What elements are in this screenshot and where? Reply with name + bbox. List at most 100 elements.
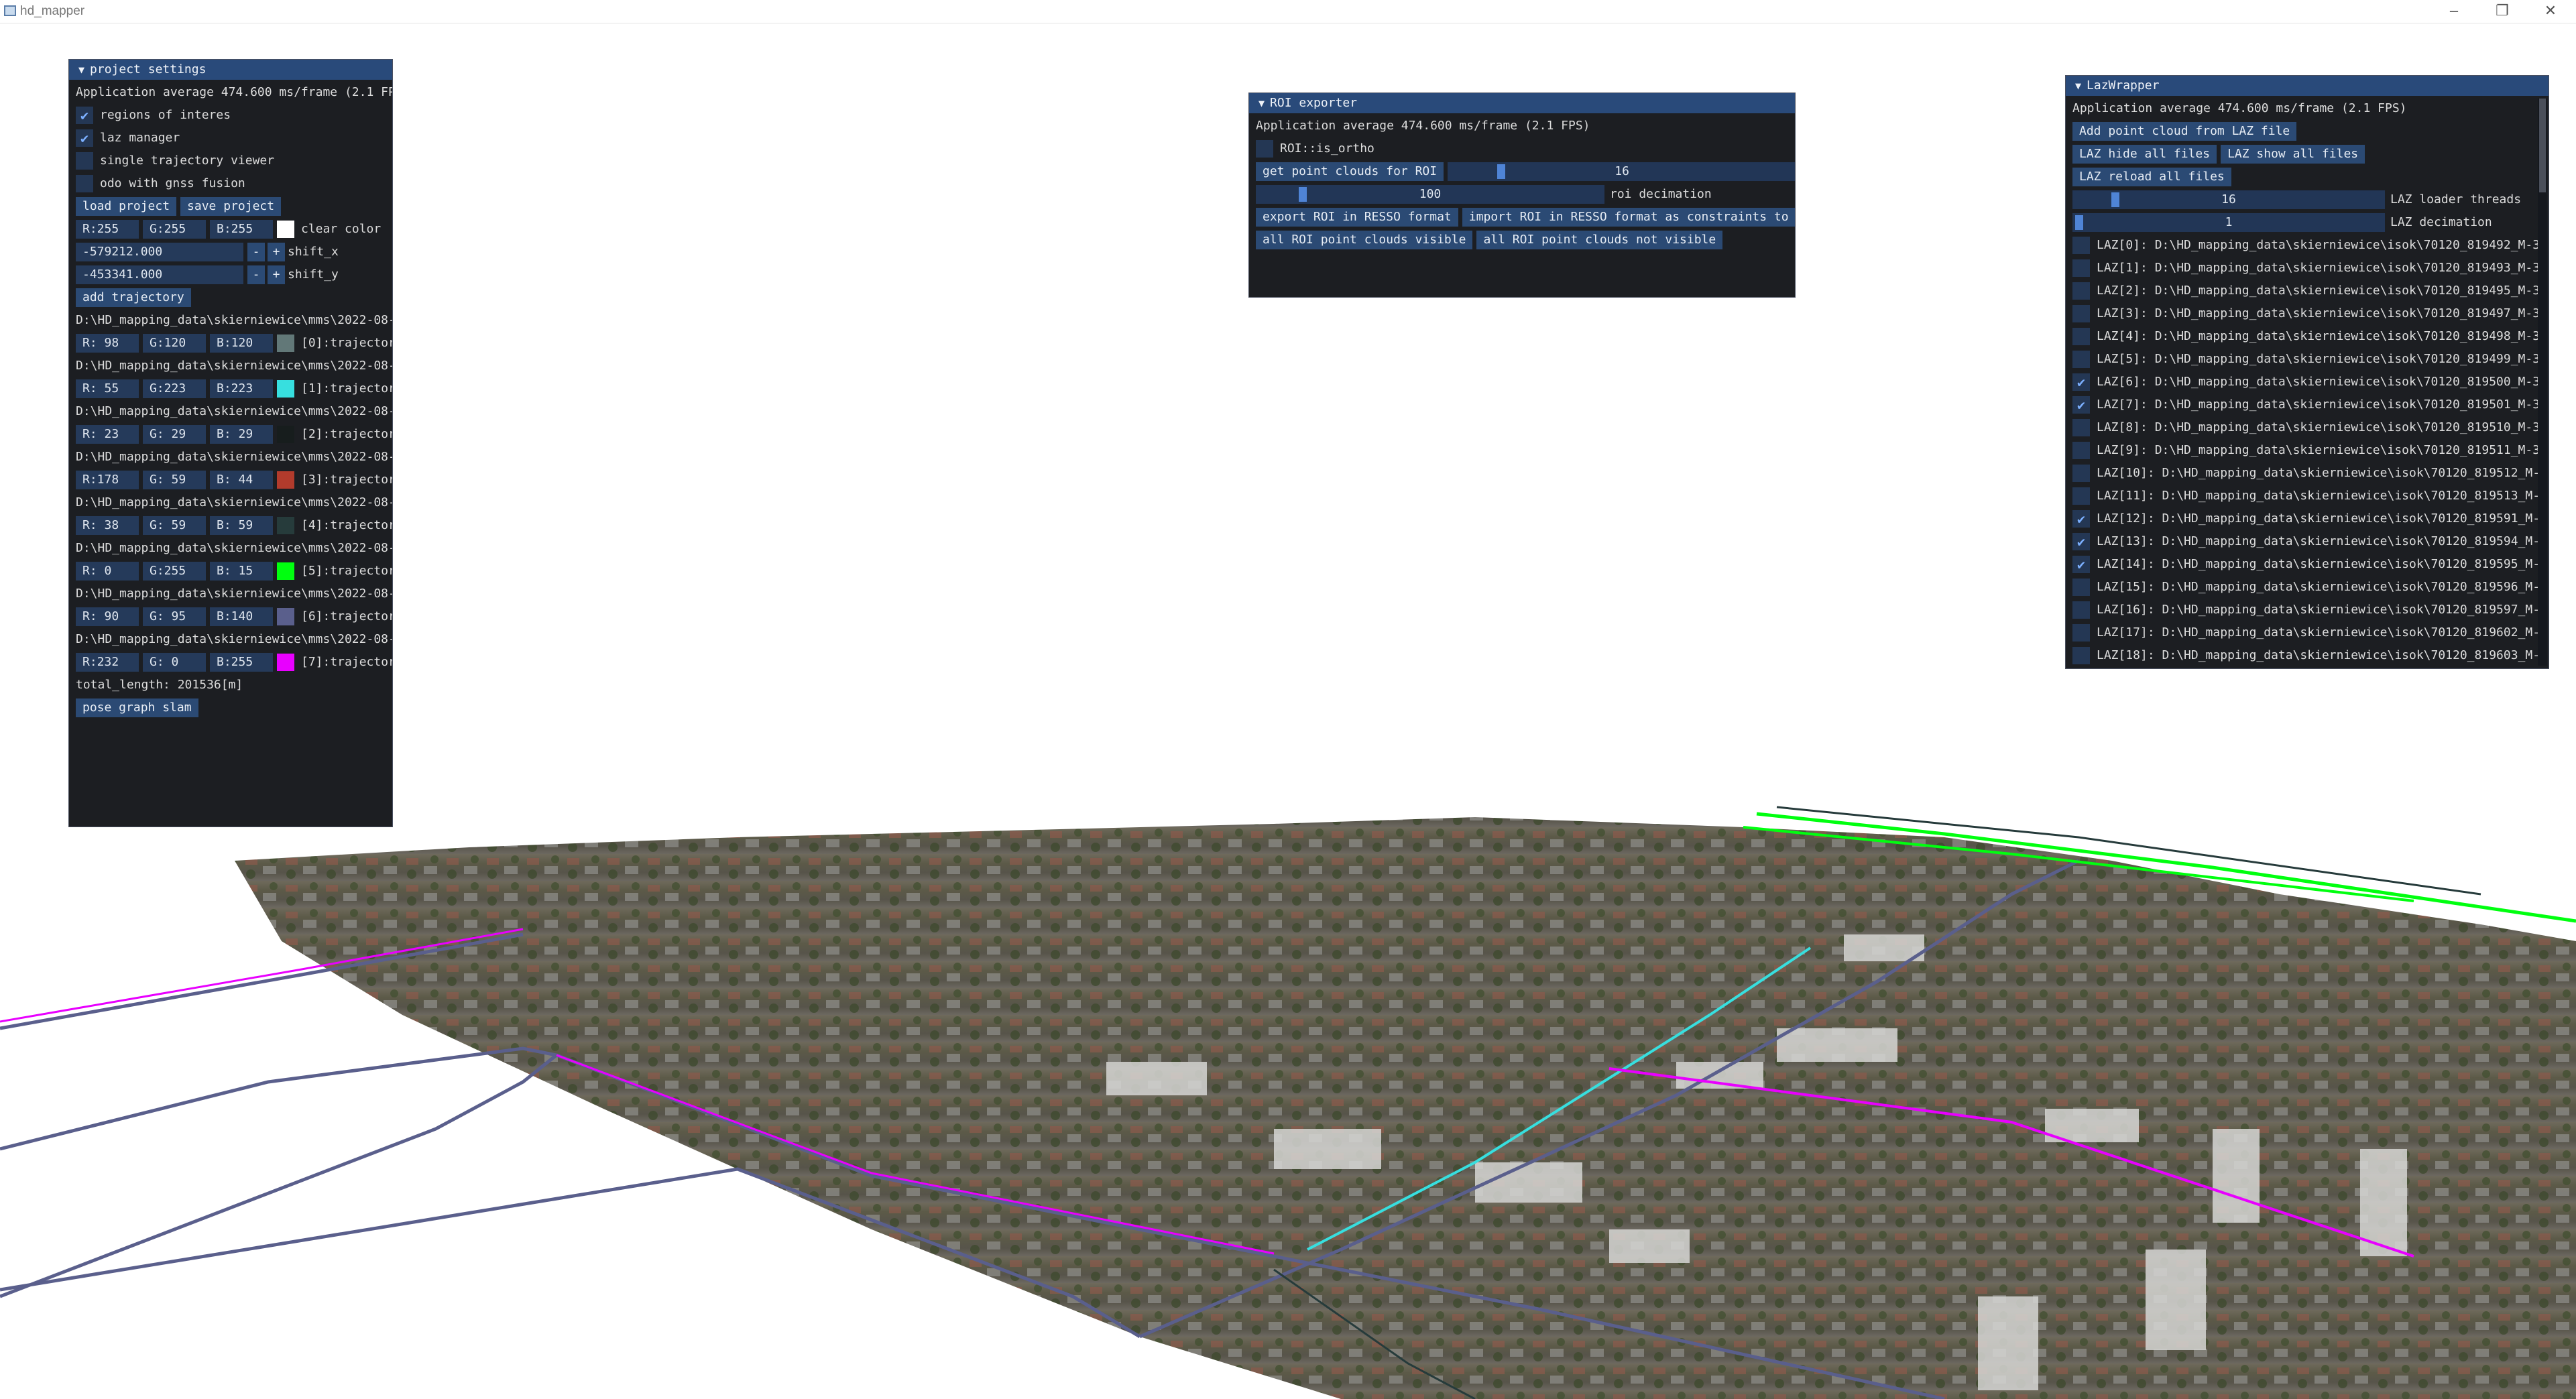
trajectory-b[interactable]: B: 29 [210,425,273,444]
get-point-clouds-button[interactable]: get point clouds for ROI [1256,162,1444,181]
collapse-triangle-icon[interactable]: ▼ [2075,76,2081,96]
trajectory-g[interactable]: G: 29 [143,425,206,444]
laz-file-checkbox[interactable]: ✔ [2072,373,2090,391]
roi-exporter-header[interactable]: ▼ ROI exporter [1249,93,1795,113]
single-trajectory-checkbox[interactable] [76,152,93,170]
slider-grab[interactable] [2075,215,2083,230]
laz-file-checkbox[interactable]: ✔ [2072,510,2090,528]
save-project-button[interactable]: save project [180,197,282,216]
clear-color-swatch[interactable] [277,221,294,238]
trajectory-g[interactable]: G:120 [143,334,206,353]
export-resso-button[interactable]: export ROI in RESSO format [1256,208,1458,227]
trajectory-g[interactable]: G: 0 [143,653,206,672]
laz-file-checkbox[interactable] [2072,419,2090,436]
collapse-triangle-icon[interactable]: ▼ [1258,93,1265,113]
clear-color-g[interactable]: G:255 [143,220,206,239]
laz-file-checkbox[interactable]: ✔ [2072,533,2090,550]
roi-slider[interactable]: 16 [1448,162,1795,181]
import-resso-button[interactable]: import ROI in RESSO format as constraint… [1462,208,1795,227]
shift-x-minus[interactable]: - [247,243,265,261]
trajectory-r[interactable]: R:178 [76,471,139,489]
laz-file-checkbox[interactable] [2072,601,2090,619]
trajectory-g[interactable]: G: 59 [143,471,206,489]
trajectory-g[interactable]: G:255 [143,562,206,581]
laz-decimation-slider[interactable]: 1 [2072,213,2385,232]
laz-reload-all-button[interactable]: LAZ reload all files [2072,168,2231,186]
add-point-cloud-button[interactable]: Add point cloud from LAZ file [2072,122,2297,141]
roi-decimation-slider[interactable]: 100 [1256,185,1604,204]
trajectory-color-swatch[interactable] [277,334,294,352]
regions-checkbox[interactable]: ✔ [76,107,93,124]
laz-file-checkbox[interactable] [2072,259,2090,277]
load-project-button[interactable]: load project [76,197,177,216]
laz-wrapper-header[interactable]: ▼ LazWrapper [2066,76,2549,96]
laz-scrollbar[interactable] [2538,99,2547,666]
all-not-visible-button[interactable]: all ROI point clouds not visible [1476,231,1723,249]
restore-button[interactable]: ❐ [2479,0,2525,23]
trajectory-b[interactable]: B:140 [210,607,273,626]
trajectory-g[interactable]: G:223 [143,379,206,398]
scrollbar-thumb[interactable] [2539,99,2546,192]
trajectory-r[interactable]: R: 23 [76,425,139,444]
laz-file-checkbox[interactable] [2072,282,2090,300]
roi-exporter-panel[interactable]: ▼ ROI exporter Application average 474.60… [1248,93,1796,298]
trajectory-b[interactable]: B: 15 [210,562,273,581]
trajectory-r[interactable]: R: 98 [76,334,139,353]
laz-manager-checkbox[interactable]: ✔ [76,129,93,147]
shift-x-plus[interactable]: + [268,243,285,261]
project-settings-header[interactable]: ▼ project settings [69,60,392,80]
shift-y-plus[interactable]: + [268,265,285,284]
trajectory-b[interactable]: B:255 [210,653,273,672]
close-button[interactable]: ✕ [2528,0,2573,23]
trajectory-color-swatch[interactable] [277,562,294,580]
trajectory-color-swatch[interactable] [277,608,294,625]
trajectory-r[interactable]: R: 38 [76,516,139,535]
trajectory-r[interactable]: R:232 [76,653,139,672]
trajectory-color-swatch[interactable] [277,471,294,489]
laz-loader-threads-slider[interactable]: 16 [2072,190,2385,209]
add-trajectory-button[interactable]: add trajectory [76,288,191,307]
slider-grab[interactable] [1299,187,1307,202]
laz-file-checkbox[interactable] [2072,237,2090,254]
trajectory-g[interactable]: G: 59 [143,516,206,535]
trajectory-r[interactable]: R: 90 [76,607,139,626]
trajectory-r[interactable]: R: 0 [76,562,139,581]
all-visible-button[interactable]: all ROI point clouds visible [1256,231,1473,249]
laz-file-checkbox[interactable] [2072,579,2090,596]
laz-file-checkbox[interactable] [2072,624,2090,642]
trajectory-b[interactable]: B:120 [210,334,273,353]
trajectory-b[interactable]: B: 59 [210,516,273,535]
laz-file-checkbox[interactable] [2072,647,2090,664]
laz-file-checkbox[interactable] [2072,465,2090,482]
trajectory-color-swatch[interactable] [277,654,294,671]
pose-graph-slam-button[interactable]: pose graph slam [76,698,198,717]
laz-file-checkbox[interactable] [2072,487,2090,505]
trajectory-g[interactable]: G: 95 [143,607,206,626]
trajectory-b[interactable]: B: 44 [210,471,273,489]
clear-color-r[interactable]: R:255 [76,220,139,239]
laz-file-checkbox[interactable]: ✔ [2072,396,2090,414]
laz-hide-all-button[interactable]: LAZ hide all files [2072,145,2217,164]
minimize-button[interactable]: – [2431,0,2477,23]
laz-file-checkbox[interactable] [2072,305,2090,322]
trajectory-color-swatch[interactable] [277,380,294,398]
slider-grab[interactable] [1497,164,1506,179]
project-settings-panel[interactable]: ▼ project settings Application average 47… [68,59,393,827]
laz-show-all-button[interactable]: LAZ show all files [2221,145,2365,164]
shift-y-minus[interactable]: - [247,265,265,284]
laz-wrapper-panel[interactable]: ▼ LazWrapper Application average 474.600 … [2065,75,2549,669]
laz-file-checkbox[interactable] [2072,351,2090,368]
trajectory-r[interactable]: R: 55 [76,379,139,398]
laz-file-checkbox[interactable] [2072,328,2090,345]
collapse-triangle-icon[interactable]: ▼ [78,60,84,80]
is-ortho-checkbox[interactable] [1256,140,1273,158]
odo-gnss-checkbox[interactable] [76,175,93,192]
trajectory-color-swatch[interactable] [277,426,294,443]
laz-file-checkbox[interactable]: ✔ [2072,556,2090,573]
trajectory-b[interactable]: B:223 [210,379,273,398]
laz-file-checkbox[interactable] [2072,442,2090,459]
shift-x-input[interactable]: -579212.000 [76,243,243,261]
slider-grab[interactable] [2111,192,2119,207]
trajectory-color-swatch[interactable] [277,517,294,534]
shift-y-input[interactable]: -453341.000 [76,265,243,284]
